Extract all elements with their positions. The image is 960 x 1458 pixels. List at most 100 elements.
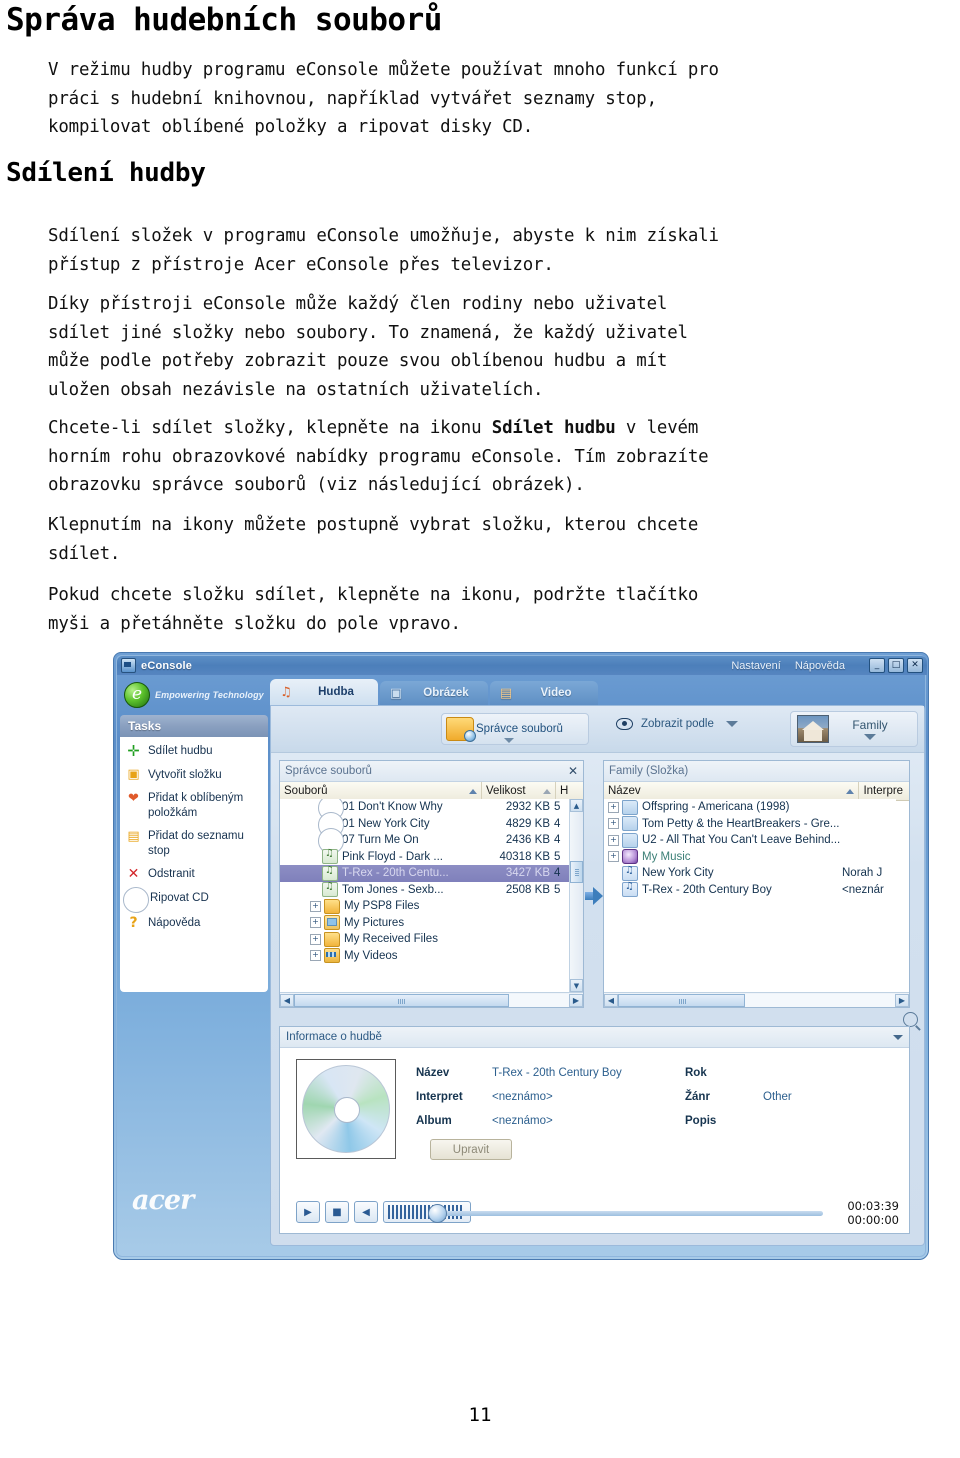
horizontal-scrollbar[interactable]: ◀ ▶ — [604, 992, 909, 1007]
scroll-up-arrow[interactable]: ▲ — [570, 799, 583, 812]
family-file-list[interactable]: + Offspring - Americana (1998) + Tom Pet… — [604, 799, 896, 992]
task-label: Ripovat CD — [150, 891, 209, 904]
scrollbar-thumb[interactable] — [618, 993, 746, 1007]
table-row[interactable]: + U2 - All That You Can't Leave Behind..… — [604, 832, 896, 849]
plus-icon: ✛ — [127, 741, 140, 760]
close-button[interactable]: ✕ — [907, 658, 923, 673]
expand-icon[interactable]: + — [310, 950, 321, 962]
file-name: My Pictures — [344, 916, 405, 929]
edit-button[interactable]: Upravit — [430, 1139, 512, 1160]
folder-icon — [622, 832, 638, 848]
music-info-panel: Informace o hudbě Název T-Rex - 20th Cen… — [279, 1026, 910, 1234]
table-row[interactable]: Pink Floyd - Dark ... 40318 KB 5 — [280, 848, 570, 866]
column-label: Interpre — [863, 785, 904, 797]
table-row[interactable]: + Offspring - Americana (1998) — [604, 799, 896, 816]
house-icon — [797, 715, 829, 743]
close-icon[interactable]: ✕ — [568, 765, 578, 777]
toolbar: Správce souborů Zobrazit podle Family — [271, 706, 924, 753]
file-extra: 4 — [554, 867, 561, 880]
table-row[interactable]: + My Music — [604, 849, 896, 866]
window-title: eConsole — [141, 659, 193, 672]
scroll-right-arrow[interactable]: ▶ — [569, 993, 583, 1007]
scrollbar-thumb[interactable] — [570, 861, 583, 883]
file-name: T-Rex - 20th Centu... — [342, 867, 449, 880]
table-row[interactable]: 07 Turn Me On 2436 KB 4 — [280, 828, 570, 855]
stop-button[interactable]: ■ — [325, 1201, 349, 1223]
task-delete[interactable]: ✕ Odstranit — [126, 867, 264, 882]
file-name: 01 New York City — [342, 817, 430, 830]
table-row[interactable]: + My Received Files — [280, 931, 570, 948]
column-header-artist[interactable]: Interpre — [859, 782, 909, 800]
scroll-down-arrow[interactable]: ▼ — [570, 979, 583, 992]
task-create-folder[interactable]: ▣ Vytvořit složku — [126, 768, 264, 783]
table-row[interactable]: New York City Norah J — [604, 865, 896, 882]
playback-times: 00:03:39 00:00:00 — [847, 1199, 899, 1227]
scrollbar-track[interactable] — [294, 993, 569, 1007]
maximize-button[interactable]: □ — [888, 658, 904, 673]
expand-icon[interactable]: + — [608, 801, 619, 813]
column-header-size[interactable]: Velikost — [482, 782, 556, 800]
scroll-left-arrow[interactable]: ◀ — [280, 993, 294, 1007]
scroll-left-arrow[interactable]: ◀ — [604, 993, 618, 1007]
task-share-music[interactable]: ✛ Sdílet hudbu — [126, 741, 264, 760]
task-add-to-favorites[interactable]: ❤ Přidat k oblíbeným položkám — [126, 791, 264, 820]
column-header-name[interactable]: Název — [604, 782, 860, 800]
task-add-to-playlist[interactable]: ▤ Přidat do seznamu stop — [126, 829, 264, 858]
file-name: 07 Turn Me On — [342, 834, 419, 847]
artist-name: <neznár — [842, 883, 884, 896]
chevron-down-icon[interactable] — [893, 1034, 903, 1040]
view-by-button[interactable]: Zobrazit podle — [616, 718, 738, 730]
paragraph-sharing-4: Klepnutím na ikony můžete postupně vybra… — [48, 515, 699, 564]
table-row[interactable]: + My Pictures — [280, 915, 570, 932]
table-row[interactable]: Tom Jones - Sexb... 2508 KB 5 — [280, 881, 570, 899]
tab-obrazek[interactable]: ▣ Obrázek — [380, 681, 488, 705]
table-row[interactable]: + My PSP8 Files — [280, 898, 570, 915]
table-row[interactable]: + My Videos — [280, 948, 570, 965]
file-name: 01 Don't Know Why — [342, 801, 443, 814]
scrollbar-thumb[interactable] — [294, 993, 509, 1007]
file-manager-button[interactable]: Správce souborů — [441, 713, 589, 745]
scroll-right-arrow[interactable]: ▶ — [895, 993, 909, 1007]
table-row-selected[interactable]: T-Rex - 20th Centu... 3427 KB 4 — [280, 865, 570, 882]
family-selector-button[interactable]: Family — [790, 711, 918, 747]
expand-icon[interactable]: + — [608, 851, 619, 863]
scrollbar-track[interactable] — [618, 993, 895, 1007]
volume-button[interactable]: ◀ — [354, 1201, 378, 1223]
expand-icon[interactable]: + — [310, 900, 321, 912]
folder-icon — [622, 816, 638, 832]
help-link[interactable]: Nápověda — [795, 660, 845, 672]
expand-icon[interactable]: + — [310, 917, 321, 929]
file-list[interactable]: 01 Don't Know Why 2932 KB 5 01 New York … — [280, 799, 570, 992]
expand-icon[interactable]: + — [608, 818, 619, 830]
settings-link[interactable]: Nastavení — [731, 660, 781, 672]
task-rip-cd[interactable]: ◉ Ripovat CD — [122, 886, 264, 913]
tab-hudba[interactable]: ♫ Hudba — [270, 679, 378, 705]
table-row[interactable]: + Tom Petty & the HeartBreakers - Gre... — [604, 816, 896, 833]
expand-icon[interactable]: + — [608, 834, 619, 846]
expand-icon[interactable]: + — [310, 933, 321, 945]
econsole-screenshot-figure: eConsole Nastavení Nápověda _ □ ✕ Empowe… — [113, 652, 929, 1260]
play-button[interactable]: ▶ — [296, 1201, 320, 1223]
artist-name: Norah J — [842, 867, 883, 880]
pane-title: Family (Složka) — [609, 765, 689, 777]
paragraph-sharing-2: Díky přístroji eConsole může každý člen … — [48, 294, 688, 400]
horizontal-scrollbar[interactable]: ◀ ▶ — [280, 992, 583, 1007]
family-folder-pane: Family (Složka) Název Interpre + Offspri… — [603, 760, 910, 1008]
file-name: Tom Jones - Sexb... — [342, 883, 444, 896]
search-icon[interactable] — [903, 1012, 918, 1027]
seek-slider[interactable] — [428, 1204, 823, 1223]
econsole-app-icon — [121, 658, 136, 673]
p4-bold-term: Sdílet hudbu — [491, 418, 616, 438]
table-row[interactable]: T-Rex - 20th Century Boy <neznár — [604, 881, 896, 899]
music-file-icon — [622, 865, 638, 881]
metadata-key: Interpret — [416, 1091, 463, 1103]
seek-knob[interactable] — [428, 1204, 447, 1223]
minimize-button[interactable]: _ — [869, 658, 885, 673]
column-header-files[interactable]: Souborů — [280, 782, 482, 800]
metadata-row: Popis — [685, 1109, 792, 1133]
task-help[interactable]: ? Nápověda — [126, 916, 264, 931]
vertical-scrollbar[interactable]: ▲ ▼ — [569, 799, 583, 992]
column-header-extra[interactable]: H — [556, 782, 572, 800]
acer-logo: acer — [132, 1185, 194, 1216]
tab-video[interactable]: ▤ Video — [490, 681, 598, 705]
